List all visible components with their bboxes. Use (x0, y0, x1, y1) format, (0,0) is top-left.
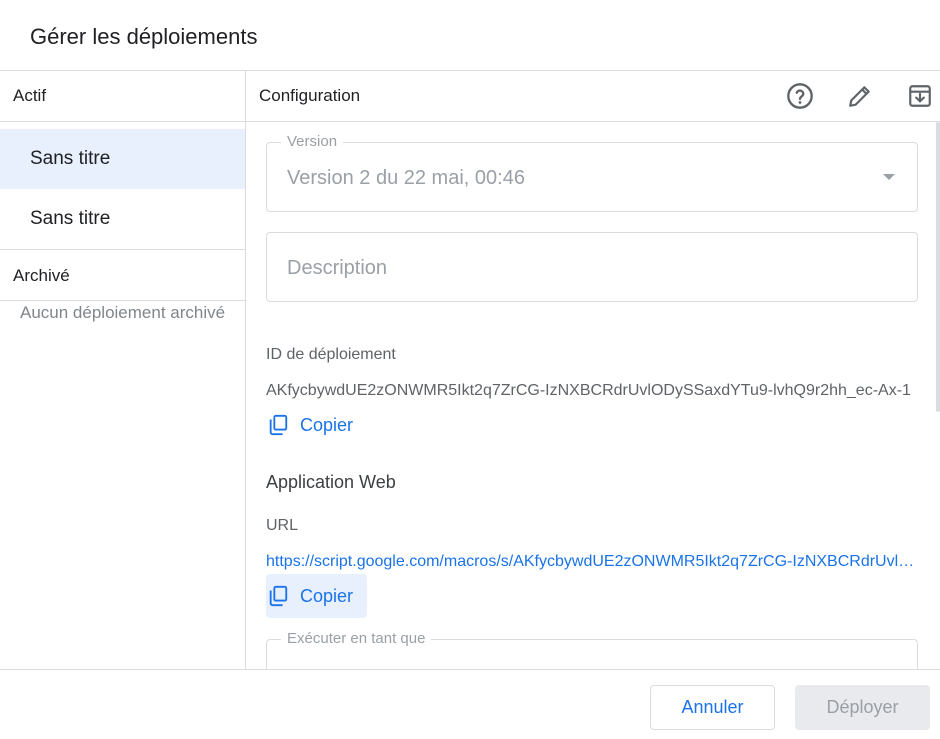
edit-icon[interactable] (844, 80, 876, 112)
deployment-id-value: AKfycbywdUE2zONWMR5Ikt2q7ZrCG-IzNXBCRdrU… (266, 382, 911, 399)
archive-icon[interactable] (904, 80, 936, 112)
execute-as-label: Exécuter en tant que (281, 630, 432, 647)
version-select[interactable]: Version Version 2 du 22 mai, 00:46 (266, 133, 918, 212)
copy-url-button[interactable]: Copier (266, 574, 368, 618)
copy-deployment-id-button[interactable]: Copier (264, 403, 365, 447)
archived-divider (0, 300, 245, 301)
scrollbar[interactable] (936, 122, 940, 412)
archived-section-header: Archivé (13, 266, 70, 285)
archived-empty-note: Aucun déploiement archivé (20, 303, 226, 322)
archived-divider-top (0, 249, 245, 250)
copy-label: Copier (300, 585, 354, 606)
active-header-divider (0, 121, 245, 122)
web-app-url-link[interactable]: https://script.google.com/macros/s/AKfyc… (266, 553, 918, 571)
copy-icon (266, 413, 290, 437)
deployment-item[interactable]: Sans titre (0, 189, 245, 249)
version-label: Version (281, 133, 344, 150)
config-header: Configuration (259, 86, 361, 105)
cancel-button[interactable]: Annuler (650, 685, 775, 730)
deploy-button[interactable]: Déployer (795, 685, 930, 730)
url-label: URL (266, 517, 299, 534)
deployment-item-selected[interactable]: Sans titre (0, 129, 245, 189)
description-field[interactable]: Description (266, 232, 918, 302)
dialog-title: Gérer les déploiements (30, 24, 258, 49)
chevron-down-icon (883, 174, 895, 180)
footer-divider (0, 669, 940, 670)
execute-as-select[interactable]: Exécuter en tant que (266, 630, 918, 669)
deployment-id-label: ID de déploiement (266, 346, 396, 363)
version-value: Version 2 du 22 mai, 00:46 (287, 167, 525, 189)
web-app-heading: Application Web (266, 472, 396, 492)
description-placeholder: Description (287, 257, 388, 279)
active-section-header: Actif (13, 86, 47, 105)
help-icon[interactable] (784, 80, 816, 112)
copy-icon (266, 584, 290, 608)
deployments-sidebar: Actif Sans titre Sans titre Archivé Aucu… (0, 71, 246, 669)
copy-label: Copier (300, 414, 354, 435)
config-body: Version Version 2 du 22 mai, 00:46 Descr… (246, 122, 940, 669)
